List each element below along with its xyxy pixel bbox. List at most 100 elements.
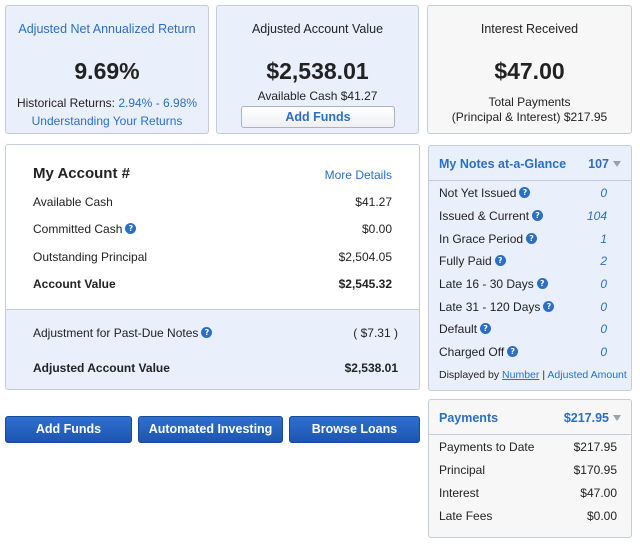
interest-received-title: Interest Received xyxy=(480,22,579,36)
notes-row-label: Fully Paid xyxy=(439,254,492,268)
notes-row-label-wrap: Not Yet Issued? xyxy=(439,186,531,200)
displayed-by-separator: | xyxy=(542,369,546,381)
historical-returns-range[interactable]: 2.94% - 6.98% xyxy=(118,96,197,110)
notes-row-label-wrap: Fully Paid? xyxy=(439,254,506,268)
account-row-label-wrap: Committed Cash? xyxy=(33,222,137,236)
payments-row-label: Principal xyxy=(439,463,486,477)
more-details-link[interactable]: More Details xyxy=(325,168,392,182)
payments-panel: Payments $217.95 Payments to Date $217.9… xyxy=(428,399,632,538)
payments-row-interest: Interest $47.00 xyxy=(439,486,617,500)
help-icon[interactable]: ? xyxy=(507,346,519,357)
displayed-by-toggle: Displayed by Number | Adjusted Amount xyxy=(439,369,627,381)
help-icon[interactable]: ? xyxy=(201,327,213,338)
adjusted-amount-link[interactable]: Adjusted Amount xyxy=(547,369,626,381)
help-icon[interactable]: ? xyxy=(125,223,137,234)
account-row-label: Adjusted Account Value xyxy=(33,361,170,375)
caret-down-icon[interactable] xyxy=(613,415,621,421)
payments-total[interactable]: $217.95 xyxy=(564,411,621,425)
notes-row-fully-paid: Fully Paid? 2 xyxy=(439,254,607,268)
net-return-title: Adjusted Net Annualized Return xyxy=(18,22,196,36)
notes-row-label: Late 31 - 120 Days xyxy=(439,300,541,314)
notes-row-value[interactable]: 0 xyxy=(600,186,607,200)
notes-row-value[interactable]: 104 xyxy=(587,209,607,223)
account-value-amount: $2,538.01 xyxy=(266,58,369,84)
account-row-adjusted-value: Adjusted Account Value $2,538.01 xyxy=(33,361,398,375)
notes-row-late-31-120: Late 31 - 120 Days? 0 xyxy=(439,300,607,314)
notes-row-default: Default? 0 xyxy=(439,322,607,336)
total-payments-line2: (Principal & Interest) $217.95 xyxy=(451,110,608,124)
interest-received-value: $47.00 xyxy=(494,58,565,84)
notes-title[interactable]: My Notes at-a-Glance xyxy=(439,157,566,171)
notes-row-label-wrap: Default? xyxy=(439,322,492,336)
historical-returns-label: Historical Returns: xyxy=(16,96,115,110)
payments-total-value: $217.95 xyxy=(563,411,609,425)
notes-at-a-glance-panel: My Notes at-a-Glance 107 Not Yet Issued?… xyxy=(428,145,632,391)
account-row-label-wrap: Adjustment for Past-Due Notes? xyxy=(33,326,213,340)
total-payments-line1: Total Payments xyxy=(488,95,571,109)
browse-loans-button[interactable]: Browse Loans xyxy=(289,416,420,443)
automated-investing-button[interactable]: Automated Investing xyxy=(138,416,283,443)
help-icon[interactable]: ? xyxy=(526,233,538,244)
account-row-committed-cash: Committed Cash? $0.00 xyxy=(33,222,392,236)
notes-row-value[interactable]: 0 xyxy=(600,277,607,291)
account-row-value: $0.00 xyxy=(361,222,392,236)
displayed-by-label: Displayed by xyxy=(439,369,500,381)
help-icon[interactable]: ? xyxy=(543,301,555,312)
account-value-title: Adjusted Account Value xyxy=(251,22,384,36)
help-icon[interactable]: ? xyxy=(532,210,544,221)
account-row-label: Committed Cash xyxy=(33,222,123,236)
account-row-label: Outstanding Principal xyxy=(33,250,148,264)
number-link[interactable]: Number xyxy=(502,369,539,381)
available-cash-text: Available Cash $41.27 xyxy=(257,89,378,103)
payments-row-value: $170.95 xyxy=(573,463,617,477)
add-funds-small-button[interactable]: Add Funds xyxy=(241,106,395,128)
notes-row-label: Issued & Current xyxy=(439,209,530,223)
help-icon[interactable]: ? xyxy=(494,255,506,266)
notes-row-in-grace-period: In Grace Period? 1 xyxy=(439,232,607,246)
notes-row-label-wrap: Late 31 - 120 Days? xyxy=(439,300,555,314)
account-row-outstanding-principal: Outstanding Principal $2,504.05 xyxy=(33,250,392,264)
notes-count[interactable]: 107 xyxy=(588,157,621,171)
understanding-returns-link[interactable]: Understanding Your Returns xyxy=(6,114,208,128)
net-return-value: 9.69% xyxy=(74,58,140,84)
account-row-available-cash: Available Cash $41.27 xyxy=(33,195,392,209)
total-payments-label: Total Payments (Principal & Interest) $2… xyxy=(428,95,631,125)
interest-received-card: Interest Received $47.00 Total Payments … xyxy=(427,5,632,134)
my-account-lower: Adjustment for Past-Due Notes? ( $7.31 )… xyxy=(6,310,419,389)
payments-row-value: $47.00 xyxy=(580,486,617,500)
caret-down-icon[interactable] xyxy=(613,161,621,167)
notes-row-value[interactable]: 2 xyxy=(600,254,607,268)
notes-row-late-16-30: Late 16 - 30 Days? 0 xyxy=(439,277,607,291)
payments-title[interactable]: Payments xyxy=(439,411,498,425)
notes-row-label-wrap: Issued & Current? xyxy=(439,209,544,223)
notes-header[interactable]: My Notes at-a-Glance 107 xyxy=(429,146,631,181)
notes-row-charged-off: Charged Off? 0 xyxy=(439,345,607,359)
notes-row-label-wrap: Charged Off? xyxy=(439,345,519,359)
payments-row-value: $0.00 xyxy=(586,509,617,523)
notes-row-value[interactable]: 1 xyxy=(600,232,607,246)
payments-header[interactable]: Payments $217.95 xyxy=(429,400,631,435)
notes-row-label: In Grace Period xyxy=(439,232,524,246)
notes-row-not-yet-issued: Not Yet Issued? 0 xyxy=(439,186,607,200)
account-value-card: Adjusted Account Value $2,538.01 Availab… xyxy=(216,5,419,134)
help-icon[interactable]: ? xyxy=(480,323,492,334)
historical-returns: Historical Returns: 2.94% - 6.98% xyxy=(6,96,208,110)
notes-row-label-wrap: Late 16 - 30 Days? xyxy=(439,277,548,291)
help-icon[interactable]: ? xyxy=(519,187,531,198)
add-funds-button[interactable]: Add Funds xyxy=(5,416,132,443)
account-row-value: $41.27 xyxy=(355,195,392,209)
account-row-value: $2,545.32 xyxy=(338,277,392,291)
payments-row-label: Interest xyxy=(439,486,480,500)
account-row-value: $2,538.01 xyxy=(344,361,398,375)
notes-row-value[interactable]: 0 xyxy=(600,322,607,336)
notes-row-value[interactable]: 0 xyxy=(600,345,607,359)
my-account-title: My Account # xyxy=(33,165,130,182)
payments-row-principal: Principal $170.95 xyxy=(439,463,617,477)
payments-row-label: Late Fees xyxy=(439,509,493,523)
notes-row-value[interactable]: 0 xyxy=(600,300,607,314)
net-return-card: Adjusted Net Annualized Return 9.69% His… xyxy=(5,5,209,134)
account-row-value: $2,504.05 xyxy=(338,250,392,264)
help-icon[interactable]: ? xyxy=(536,278,548,289)
account-row-label: Adjustment for Past-Due Notes xyxy=(33,326,199,340)
my-account-upper: My Account # More Details Available Cash… xyxy=(6,145,419,310)
